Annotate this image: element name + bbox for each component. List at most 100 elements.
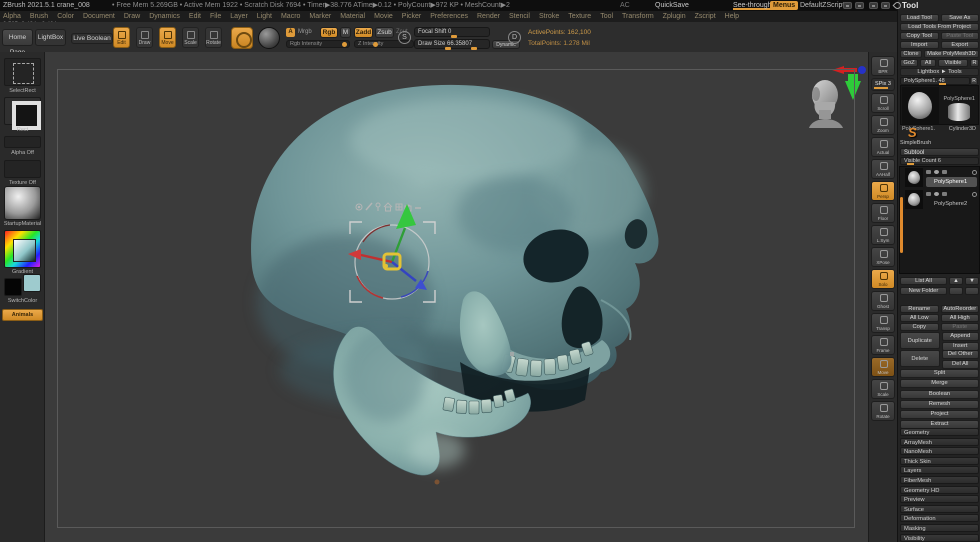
menu-item[interactable]: Stencil: [509, 13, 530, 20]
menu-item[interactable]: Zplugin: [663, 13, 686, 20]
export-button[interactable]: Export: [941, 41, 980, 49]
all-low-button[interactable]: All Low: [900, 314, 939, 322]
subpalette-header[interactable]: Geometry: [900, 428, 979, 436]
subtool-op-button[interactable]: Merge: [900, 379, 979, 388]
right-shelf-button[interactable]: Solo: [871, 269, 895, 289]
animals-button[interactable]: Animals: [2, 309, 43, 321]
material-sphere-icon[interactable]: [258, 27, 280, 49]
subpalette-header[interactable]: Geometry HD: [900, 486, 979, 494]
menu-item[interactable]: Layer: [230, 13, 248, 20]
subtool-item-icons[interactable]: [926, 191, 977, 197]
right-shelf-button[interactable]: SPix 3: [871, 78, 895, 91]
del-other-button[interactable]: Del Other: [942, 350, 980, 359]
right-shelf-button[interactable]: Zoom: [871, 115, 895, 135]
eye-icon[interactable]: [934, 170, 939, 174]
rename-button[interactable]: Rename: [900, 305, 939, 313]
menu-item[interactable]: Alpha: [3, 13, 21, 20]
right-shelf-button[interactable]: Frame: [871, 335, 895, 355]
alpha-slot[interactable]: [4, 136, 41, 148]
camview-head[interactable]: [809, 80, 843, 128]
menu-item[interactable]: Brush: [30, 13, 48, 20]
paste-tool-button[interactable]: Paste Tool: [941, 32, 980, 40]
subpalette-header[interactable]: Layers: [900, 466, 979, 474]
rgb-intensity-slider[interactable]: Rgb Intensity: [286, 40, 350, 48]
menu-item[interactable]: Picker: [402, 13, 421, 20]
mode-button[interactable]: Move: [159, 27, 176, 48]
menu-item[interactable]: Draw: [124, 13, 140, 20]
document-canvas[interactable]: [45, 52, 868, 542]
delete-button[interactable]: Delete: [900, 350, 940, 367]
menu-item[interactable]: Macro: [281, 13, 300, 20]
default-zscript-button[interactable]: DefaultZScript: [800, 0, 844, 11]
menu-item[interactable]: Color: [57, 13, 74, 20]
material-sphere[interactable]: [4, 186, 41, 220]
subpalette-header[interactable]: ArrayMesh: [900, 438, 979, 446]
slider-r-button[interactable]: R: [970, 77, 978, 85]
subpalette-header[interactable]: Preview: [900, 495, 979, 503]
menu-item[interactable]: Render: [477, 13, 500, 20]
subtool-op-button[interactable]: Split: [900, 369, 979, 378]
current-brush-selectrect[interactable]: [4, 58, 41, 86]
subpalette-header[interactable]: Visibility: [900, 534, 979, 542]
save-as-button[interactable]: Save As: [941, 14, 980, 22]
active-tool-thumbnail[interactable]: [902, 87, 939, 124]
move-down-button[interactable]: ▼: [965, 277, 979, 285]
right-shelf-button[interactable]: Rotate: [871, 401, 895, 421]
live-boolean-button[interactable]: Live Boolean: [71, 33, 113, 44]
del-all-button[interactable]: Del All: [942, 360, 980, 369]
rgb-button[interactable]: Rgb: [320, 27, 338, 38]
tool-quicksave-slider[interactable]: PolySphere1. 48: [900, 77, 970, 85]
lightbox-tools-button[interactable]: Lightbox ► Tools: [900, 68, 979, 76]
menu-item[interactable]: Edit: [189, 13, 201, 20]
texture-slot[interactable]: [4, 160, 41, 178]
copy-button[interactable]: Copy: [900, 323, 939, 331]
subpalette-header[interactable]: NanoMesh: [900, 447, 979, 455]
menu-item[interactable]: Texture: [568, 13, 591, 20]
subtool-section-header[interactable]: Subtool: [900, 148, 979, 156]
subtool-op-button[interactable]: Remesh: [900, 400, 979, 409]
sculpt-viewport[interactable]: [45, 52, 868, 542]
make-polymesh3d-button[interactable]: Make PolyMesh3D: [924, 50, 979, 58]
clone-button[interactable]: Clone: [900, 50, 922, 58]
subtool-item[interactable]: PolySphere2: [904, 189, 979, 211]
cylinder3d-thumbnail[interactable]: [948, 103, 970, 121]
right-shelf-button[interactable]: Ghost: [871, 291, 895, 311]
all-high-button[interactable]: All High: [941, 314, 980, 322]
undo-history-icon[interactable]: [843, 2, 852, 9]
right-shelf-button[interactable]: XPose: [871, 247, 895, 267]
lightbox-button[interactable]: LightBox: [35, 29, 66, 46]
right-shelf-button[interactable]: AAHalf: [871, 159, 895, 179]
right-shelf-button[interactable]: Transp: [871, 313, 895, 333]
menu-item[interactable]: Movie: [374, 13, 393, 20]
mode-button[interactable]: Draw: [136, 27, 153, 48]
subpalette-header[interactable]: Masking: [900, 524, 979, 532]
hand-navigate-icon[interactable]: [869, 2, 878, 9]
menu-item[interactable]: Zscript: [695, 13, 716, 20]
subtool-scrollbar[interactable]: [900, 197, 903, 253]
home-page-button[interactable]: Home Page: [2, 29, 33, 46]
right-shelf-button[interactable]: Floor: [871, 203, 895, 223]
goz-r-button[interactable]: R: [970, 59, 979, 67]
menu-item[interactable]: Material: [340, 13, 365, 20]
visible-count-slider[interactable]: Visible Count 6: [900, 157, 979, 165]
menu-item[interactable]: Dynamics: [149, 13, 180, 20]
subpalette-header[interactable]: Deformation: [900, 514, 979, 522]
right-shelf-button[interactable]: BPR: [871, 56, 895, 76]
depth-icon[interactable]: D: [508, 31, 521, 44]
draw-size-slider[interactable]: Draw Size 66.35807: [414, 39, 490, 49]
mrgb-button[interactable]: Mrgb: [298, 29, 312, 35]
menu-item[interactable]: File: [210, 13, 221, 20]
brush-mode-icon[interactable]: [881, 2, 890, 9]
quicksave-button[interactable]: QuickSave: [655, 0, 689, 11]
folder-action-icon[interactable]: [965, 287, 979, 295]
color-picker[interactable]: [4, 230, 41, 268]
right-shelf-button[interactable]: Move: [871, 357, 895, 377]
m-button[interactable]: M: [340, 27, 351, 38]
goz-all-button[interactable]: All: [920, 59, 936, 67]
mode-button[interactable]: Edit: [113, 27, 130, 48]
folder-icon[interactable]: [942, 192, 947, 196]
menu-item[interactable]: Light: [257, 13, 272, 20]
menu-item[interactable]: Tool: [600, 13, 613, 20]
switchcolor-button[interactable]: SwitchColor: [0, 298, 45, 304]
load-tools-from-project-button[interactable]: Load Tools From Project: [900, 23, 979, 31]
